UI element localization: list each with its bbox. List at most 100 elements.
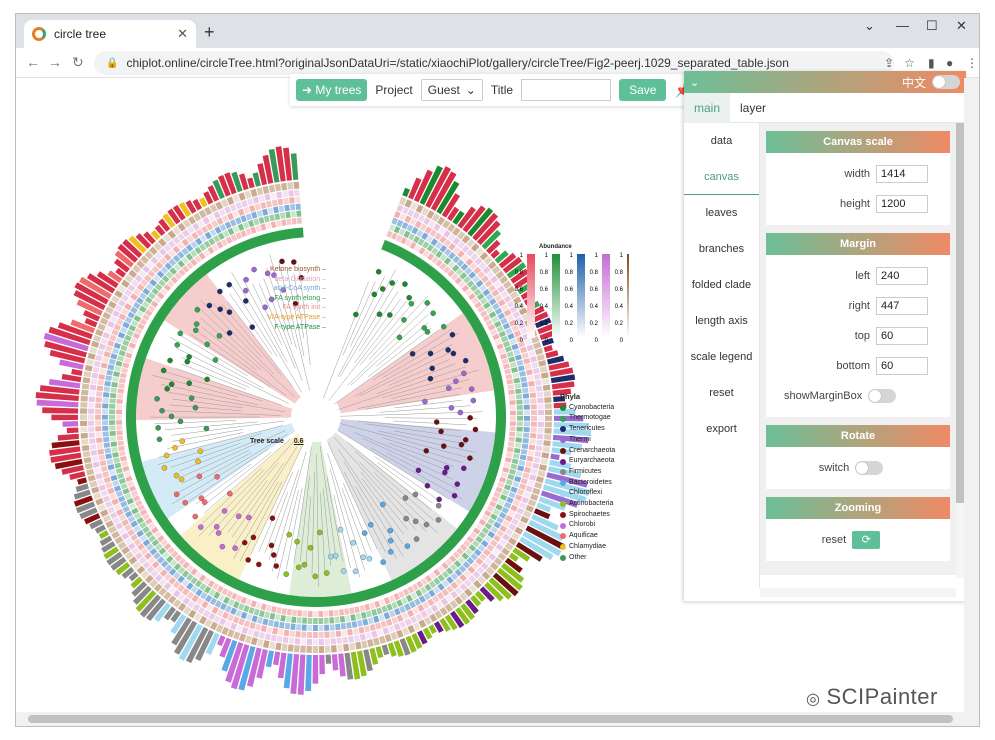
share-icon[interactable]: ⇪ (884, 56, 894, 70)
leaf-dot (204, 341, 210, 348)
heatmap-cell (376, 607, 383, 615)
heatmap-cell (105, 345, 113, 353)
new-tab-icon[interactable]: + (204, 22, 215, 43)
heatmap-cell (260, 201, 267, 209)
bookmark-star-icon[interactable]: ☆ (904, 56, 915, 70)
lock-icon: 🔒 (106, 57, 119, 69)
forward-icon[interactable]: → (48, 54, 62, 70)
heatmap-cell (109, 392, 117, 399)
heatmap-cell (540, 458, 549, 465)
browser-tab[interactable]: circle tree ✕ (24, 20, 196, 48)
tab-close-icon[interactable]: ✕ (177, 26, 188, 42)
heatmap-cell (117, 495, 126, 503)
heatmap-cell (505, 373, 513, 380)
width-input[interactable]: 1414 (876, 165, 928, 183)
show-margin-box-toggle[interactable] (868, 389, 897, 403)
my-trees-button[interactable]: ➜ My trees (296, 79, 368, 101)
reload-icon[interactable]: ↻ (72, 54, 84, 71)
heatmap-cell (367, 639, 374, 648)
heatmap-cell (89, 384, 97, 391)
language-toggle[interactable] (932, 75, 960, 89)
heatmap-cell (117, 388, 124, 394)
heatmap-cell (515, 388, 522, 394)
page-vertical-scrollbar[interactable] (964, 78, 979, 714)
panel-horizontal-scrollbar[interactable] (760, 588, 956, 597)
heatmap-cell (328, 610, 334, 617)
leaf-dot (206, 302, 213, 309)
heatmap-cell (388, 224, 396, 232)
zoom-reset-button[interactable]: ⟳ (852, 531, 881, 549)
heatmap-cell (382, 627, 390, 635)
abundance-gradient-bar (527, 254, 535, 338)
maximize-icon[interactable]: ☐ (926, 18, 938, 34)
minimize-icon[interactable]: — (896, 18, 909, 33)
heatmap-cell (238, 603, 245, 611)
abundance-gradient-bar (627, 254, 635, 338)
tab-search-icon[interactable]: ⌄ (864, 18, 875, 34)
panel-vertical-scrollbar[interactable] (956, 123, 964, 578)
title-input[interactable] (521, 79, 612, 101)
menu-item-length-axis[interactable]: length axis (684, 303, 759, 339)
sidebar-icon[interactable]: ▮ (928, 56, 935, 70)
menu-item-folded-clade[interactable]: folded clade (684, 267, 759, 303)
panel-tab-layer[interactable]: layer (730, 93, 776, 123)
heatmap-cell (276, 607, 282, 614)
profile-icon[interactable]: ● (946, 56, 953, 70)
menu-item-scale-legend[interactable]: scale legend (684, 339, 759, 375)
heatmap-cell (264, 611, 271, 619)
heatmap-cell (502, 467, 510, 473)
panel-tab-main[interactable]: main (684, 92, 731, 123)
back-icon[interactable]: ← (26, 54, 40, 70)
legend-dot-icon (560, 554, 566, 561)
menu-item-branches[interactable]: branches (684, 231, 759, 267)
heatmap-cell (83, 370, 92, 378)
leaf-dot (457, 409, 464, 416)
abundance-bar (297, 654, 306, 695)
rotate-switch-toggle[interactable] (855, 461, 884, 475)
heatmap-cell (262, 618, 269, 626)
heatmap-cell (522, 438, 529, 444)
menu-item-reset[interactable]: reset (684, 375, 759, 411)
leaf-dot (340, 568, 347, 574)
heatmap-cell (96, 385, 104, 392)
leaf-dot (388, 549, 394, 555)
height-input[interactable]: 1200 (876, 195, 928, 213)
heatmap-cell (118, 383, 125, 389)
heatmap-cell (535, 476, 545, 483)
leaf-dot (436, 496, 442, 503)
margin-bottom-input[interactable]: 60 (876, 357, 928, 375)
heatmap-cell (372, 637, 380, 646)
leaf-dot (412, 491, 419, 498)
page-horizontal-scrollbar[interactable] (16, 712, 979, 726)
heatmap-cell (264, 633, 272, 641)
margin-top-input[interactable]: 60 (876, 327, 928, 345)
heatmap-cell (293, 644, 300, 653)
browser-menu-icon[interactable]: ⋮ (966, 56, 978, 70)
project-select[interactable]: Guest ⌄ (420, 79, 483, 101)
menu-item-data[interactable]: data (684, 123, 759, 159)
menu-item-export[interactable]: export (684, 411, 759, 447)
heatmap-cell (505, 451, 513, 458)
heatmap-cell (523, 427, 530, 433)
leaf-dot (402, 495, 409, 501)
collapse-chevron-icon[interactable]: ⌄ (690, 76, 699, 89)
heatmap-cell (106, 458, 114, 465)
url-text: chiplot.online/circleTree.html?originalJ… (126, 56, 789, 70)
heatmap-cell (515, 437, 522, 443)
menu-item-canvas[interactable]: canvas (684, 159, 759, 195)
heatmap-cell (123, 470, 131, 477)
abundance-title: Abundance (539, 244, 572, 250)
heatmap-cell (284, 204, 290, 212)
heatmap-cell (105, 453, 113, 460)
margin-left-input[interactable]: 240 (876, 267, 928, 285)
heatmap-cell (393, 608, 401, 616)
heatmap-cell (503, 462, 511, 468)
margin-right-input[interactable]: 447 (876, 297, 928, 315)
heatmap-cell (101, 414, 109, 420)
heatmap-cell (537, 470, 546, 477)
menu-item-leaves[interactable]: leaves (684, 195, 759, 231)
window-close-icon[interactable]: ✕ (956, 18, 967, 34)
save-button[interactable]: Save (619, 79, 667, 101)
heatmap-cell (252, 196, 260, 204)
heatmap-cell (240, 611, 248, 619)
